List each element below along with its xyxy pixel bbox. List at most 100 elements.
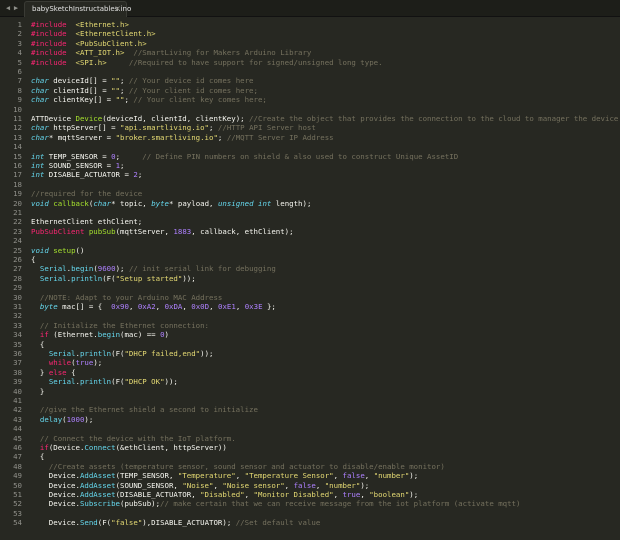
code-token: Device. — [31, 480, 80, 490]
code-line: char clientKey[] = ""; // Your client ke… — [31, 95, 267, 104]
code-token: PubSubClient — [31, 226, 85, 236]
editor-window: ◀ ▶ babySketchInstructables.ino × 123456… — [0, 0, 620, 540]
code-line: //NOTE: Adapt to your Arduino MAC Addres… — [31, 293, 222, 302]
code-token: begin — [71, 264, 94, 274]
code-token: int — [31, 161, 45, 170]
code-token: "api.smartliving.io" — [120, 123, 210, 133]
code-token: SOUND_SENSOR = — [44, 161, 116, 170]
code-token: //Create assets (temperature sensor, sou… — [48, 461, 445, 471]
code-token: ; — [209, 123, 218, 133]
code-line: int DISABLE_ACTUATOR = 2; — [31, 170, 142, 179]
line-number: 50 — [13, 480, 22, 490]
code-token: Device. — [31, 471, 80, 481]
line-number: 31 — [13, 302, 22, 311]
code-token: "DHCP failed,end" — [124, 349, 201, 358]
code-token: * topic, — [111, 198, 152, 208]
code-line: { — [31, 255, 35, 264]
code-token: mac[] = { — [57, 302, 112, 311]
code-editor[interactable]: 1 2 3 4 5 6 7 8 9 10 11 12 13 14 15 16 17 18 19 20 21 22 23 24 2… — [0, 18, 620, 540]
code-token: ); — [409, 490, 423, 499]
code-token: println — [79, 349, 112, 358]
line-number: 43 — [13, 414, 22, 424]
code-token: { — [66, 367, 76, 377]
code-token: <EthernetClient.h> — [75, 29, 156, 39]
code-line: delay(1000); — [31, 415, 98, 424]
tab-file[interactable]: babySketchInstructables.ino × — [24, 1, 131, 17]
code-token: char — [93, 198, 112, 208]
code-token: }; — [262, 302, 276, 311]
code-token: //MQTT Server IP Address — [226, 132, 334, 142]
code-line: void setup() — [31, 246, 84, 255]
code-token: Device. — [31, 518, 80, 528]
line-number: 8 — [17, 85, 22, 95]
code-line: Device.Send(F("false"),DISABLE_ACTUATOR)… — [31, 518, 320, 527]
code-token: } — [31, 386, 45, 396]
code-line: //required for the device — [31, 189, 142, 198]
code-token: } — [31, 367, 49, 377]
line-number: 26 — [13, 255, 22, 264]
code-area[interactable]: #include <Ethernet.h> #include <EthernetC… — [31, 18, 620, 540]
code-token: void — [31, 198, 49, 208]
code-token: char — [31, 76, 49, 86]
code-token: )); — [182, 273, 196, 283]
code-token: #include — [31, 48, 67, 58]
line-number: 17 — [13, 170, 22, 180]
code-token: Subscribe — [79, 499, 120, 509]
code-token: Serial — [39, 273, 67, 283]
code-token: "Setup started" — [115, 273, 183, 283]
code-token: )); — [200, 349, 214, 358]
code-line: Serial.begin(9600); // init serial link … — [31, 264, 276, 273]
close-icon[interactable]: × — [114, 4, 121, 13]
code-line: char* mqttServer = "broker.smartliving.i… — [31, 133, 334, 142]
code-token: (Ethernet. — [48, 330, 98, 340]
code-token: // Your client key comes here; — [133, 95, 267, 105]
code-line: { — [31, 452, 44, 461]
code-line: #include <Ethernet.h> — [31, 20, 129, 29]
line-number: 28 — [13, 273, 22, 283]
line-number: 29 — [13, 283, 22, 293]
code-token: 0x3E — [244, 302, 263, 311]
line-number-gutter: 1 2 3 4 5 6 7 8 9 10 11 12 13 14 15 16 17 18 19 20 21 22 23 24 2… — [0, 18, 26, 540]
line-number: 11 — [13, 114, 22, 123]
code-token: Serial — [48, 377, 76, 387]
code-token: char — [31, 123, 49, 133]
chevron-left-icon[interactable]: ◀ — [4, 3, 12, 13]
code-line: } else { — [31, 368, 76, 377]
code-token: //Create the object that provides the co… — [249, 114, 620, 123]
line-number: 5 — [17, 57, 22, 67]
code-token: if — [39, 330, 49, 340]
code-token: int — [31, 151, 45, 161]
code-token: true — [342, 490, 361, 499]
code-token: <ATT_IOT.h> — [75, 48, 125, 58]
chevron-right-icon[interactable]: ▶ — [12, 3, 20, 13]
code-token: () — [75, 245, 85, 255]
code-token: // make certain that we can receive mess… — [160, 499, 521, 509]
code-token: byte — [39, 302, 58, 311]
line-number: 1 — [17, 20, 22, 29]
line-number: 36 — [13, 349, 22, 358]
code-token: delay — [39, 414, 63, 424]
code-token: (F( — [111, 349, 125, 358]
code-token: false — [342, 471, 365, 481]
code-token: unsigned int — [217, 198, 272, 208]
code-token: char — [31, 95, 49, 105]
line-number: 13 — [13, 132, 22, 142]
code-line: int SOUND_SENSOR = 1; — [31, 161, 124, 170]
line-number: 32 — [13, 311, 22, 321]
code-token: * payload, — [169, 198, 218, 208]
line-number: 23 — [13, 226, 22, 236]
code-token: , — [235, 302, 245, 311]
line-number: 12 — [13, 123, 22, 133]
code-token: false — [293, 480, 316, 490]
code-token: "false" — [111, 518, 143, 528]
code-token: Connect — [84, 443, 116, 452]
code-line: Device.AddAsset(TEMP_SENSOR, "Temperatur… — [31, 471, 423, 480]
line-number: 27 — [13, 264, 22, 274]
code-token: (mqttServer, — [115, 226, 174, 236]
code-line: char httpServer[] = "api.smartliving.io"… — [31, 123, 316, 132]
